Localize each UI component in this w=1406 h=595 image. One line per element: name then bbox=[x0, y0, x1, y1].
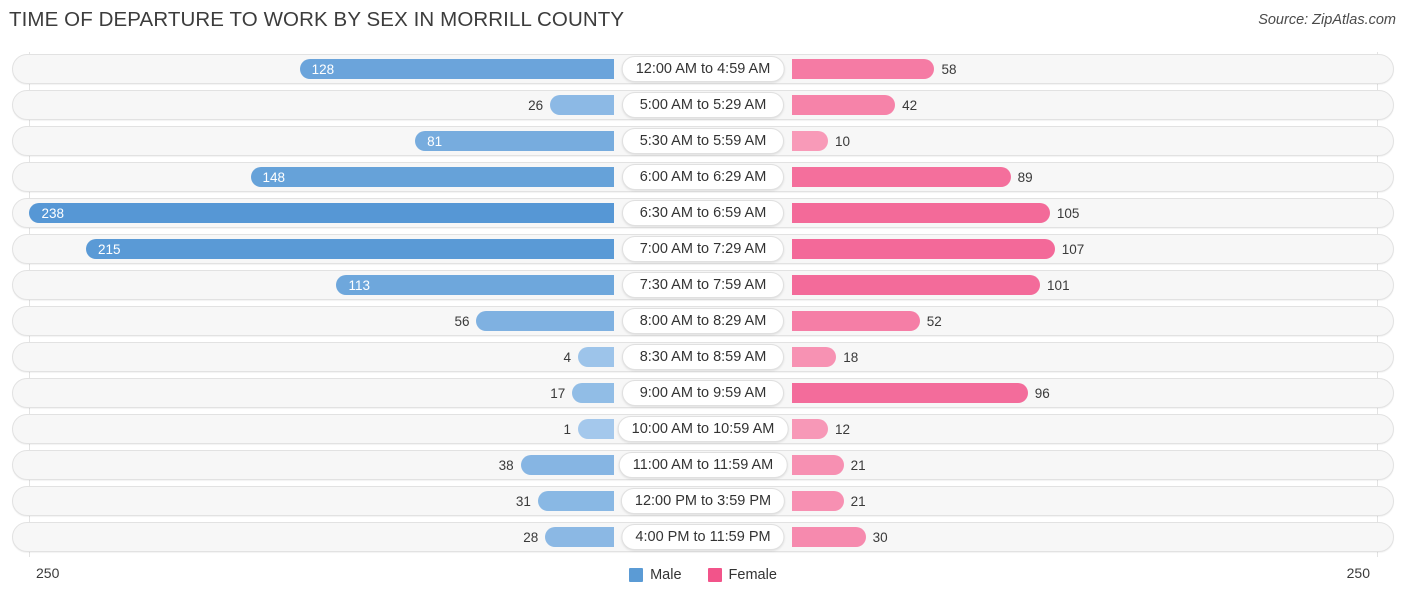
bar-male[interactable] bbox=[572, 383, 614, 403]
value-label-male: 128 bbox=[311, 62, 335, 77]
value-label-male: 26 bbox=[528, 98, 544, 113]
value-label-female: 89 bbox=[1017, 170, 1033, 185]
chart-row[interactable]: 28 30 4:00 PM to 11:59 PM bbox=[0, 520, 1406, 556]
bar-male[interactable] bbox=[299, 59, 614, 79]
chart-row[interactable]: 148 89 6:00 AM to 6:29 AM bbox=[0, 160, 1406, 196]
bar-female[interactable] bbox=[792, 275, 1041, 295]
chart-row[interactable]: 38 21 11:00 AM to 11:59 AM bbox=[0, 448, 1406, 484]
bar-female[interactable] bbox=[792, 239, 1055, 259]
legend-swatch-icon bbox=[707, 568, 722, 582]
bar-male[interactable] bbox=[545, 527, 614, 547]
value-label-male: 38 bbox=[498, 458, 514, 473]
value-label-male: 238 bbox=[41, 206, 65, 221]
value-label-female: 52 bbox=[926, 314, 942, 329]
value-label-female: 96 bbox=[1034, 386, 1050, 401]
chart-row[interactable]: 1 12 10:00 AM to 10:59 AM bbox=[0, 412, 1406, 448]
value-label-female: 105 bbox=[1056, 206, 1080, 221]
chart-row[interactable]: 238 105 6:30 AM to 6:59 AM bbox=[0, 196, 1406, 232]
bar-female[interactable] bbox=[792, 311, 920, 331]
category-label[interactable]: 11:00 AM to 11:59 AM bbox=[618, 452, 788, 478]
value-label-male: 215 bbox=[97, 242, 121, 257]
bar-male[interactable] bbox=[476, 311, 614, 331]
category-label[interactable]: 6:30 AM to 6:59 AM bbox=[622, 200, 784, 226]
bar-male[interactable] bbox=[336, 275, 614, 295]
category-label[interactable]: 5:00 AM to 5:29 AM bbox=[622, 92, 784, 118]
chart-rows: 128 58 12:00 AM to 4:59 AM 26 42 5:00 AM to 5… bbox=[0, 52, 1406, 556]
bar-male[interactable] bbox=[29, 203, 614, 223]
chart-container: TIME OF DEPARTURE TO WORK BY SEX IN MORR… bbox=[0, 0, 1406, 595]
bar-male[interactable] bbox=[537, 491, 614, 511]
bar-male[interactable] bbox=[415, 131, 614, 151]
value-label-male: 56 bbox=[454, 314, 470, 329]
chart-legend: Male Female bbox=[0, 567, 1406, 583]
value-label-male: 28 bbox=[523, 530, 539, 545]
chart-row[interactable]: 215 107 7:00 AM to 7:29 AM bbox=[0, 232, 1406, 268]
bar-female[interactable] bbox=[792, 455, 844, 475]
bar-female[interactable] bbox=[792, 383, 1028, 403]
bar-female[interactable] bbox=[792, 419, 828, 439]
legend-label: Male bbox=[650, 567, 682, 583]
category-label[interactable]: 12:00 AM to 4:59 AM bbox=[621, 56, 785, 82]
value-label-female: 12 bbox=[835, 422, 851, 437]
bar-female[interactable] bbox=[792, 59, 935, 79]
bar-male[interactable] bbox=[85, 239, 614, 259]
chart-row[interactable]: 17 96 9:00 AM to 9:59 AM bbox=[0, 376, 1406, 412]
value-label-female: 21 bbox=[850, 494, 866, 509]
bar-male[interactable] bbox=[520, 455, 614, 475]
category-label[interactable]: 7:30 AM to 7:59 AM bbox=[622, 272, 784, 298]
chart-row[interactable]: 31 21 12:00 PM to 3:59 PM bbox=[0, 484, 1406, 520]
bar-female[interactable] bbox=[792, 347, 837, 367]
value-label-female: 21 bbox=[850, 458, 866, 473]
value-label-female: 42 bbox=[902, 98, 918, 113]
value-label-male: 148 bbox=[262, 170, 286, 185]
chart-row[interactable]: 26 42 5:00 AM to 5:29 AM bbox=[0, 88, 1406, 124]
legend-item-male[interactable]: Male bbox=[629, 567, 682, 583]
bar-male[interactable] bbox=[578, 347, 614, 367]
category-label[interactable]: 12:00 PM to 3:59 PM bbox=[620, 488, 786, 514]
bar-female[interactable] bbox=[792, 527, 866, 547]
category-label[interactable]: 9:00 AM to 9:59 AM bbox=[622, 380, 784, 406]
chart-row[interactable]: 56 52 8:00 AM to 8:29 AM bbox=[0, 304, 1406, 340]
legend-item-female[interactable]: Female bbox=[707, 567, 777, 583]
value-label-male: 1 bbox=[563, 422, 571, 437]
category-label[interactable]: 8:30 AM to 8:59 AM bbox=[622, 344, 784, 370]
bar-female[interactable] bbox=[792, 167, 1011, 187]
value-label-male: 4 bbox=[563, 350, 571, 365]
bar-female[interactable] bbox=[792, 131, 828, 151]
value-label-male: 81 bbox=[427, 134, 443, 149]
category-label[interactable]: 8:00 AM to 8:29 AM bbox=[622, 308, 784, 334]
chart-row[interactable]: 4 18 8:30 AM to 8:59 AM bbox=[0, 340, 1406, 376]
bar-female[interactable] bbox=[792, 95, 896, 115]
legend-swatch-icon bbox=[629, 568, 644, 582]
bar-male[interactable] bbox=[550, 95, 614, 115]
value-label-male: 17 bbox=[550, 386, 566, 401]
category-label[interactable]: 6:00 AM to 6:29 AM bbox=[622, 164, 784, 190]
value-label-female: 58 bbox=[941, 62, 957, 77]
value-label-male: 113 bbox=[348, 278, 371, 293]
value-label-female: 18 bbox=[843, 350, 859, 365]
category-label[interactable]: 7:00 AM to 7:29 AM bbox=[622, 236, 784, 262]
chart-row[interactable]: 113 101 7:30 AM to 7:59 AM bbox=[0, 268, 1406, 304]
value-label-female: 107 bbox=[1061, 242, 1085, 257]
bar-male[interactable] bbox=[578, 419, 614, 439]
bar-female[interactable] bbox=[792, 203, 1050, 223]
value-label-female: 10 bbox=[835, 134, 851, 149]
legend-label: Female bbox=[728, 567, 777, 583]
value-label-female: 30 bbox=[872, 530, 888, 545]
bar-female[interactable] bbox=[792, 491, 844, 511]
source-attribution: Source: ZipAtlas.com bbox=[1258, 12, 1396, 28]
chart-row[interactable]: 128 58 12:00 AM to 4:59 AM bbox=[0, 52, 1406, 88]
value-label-male: 31 bbox=[515, 494, 531, 509]
category-label[interactable]: 5:30 AM to 5:59 AM bbox=[622, 128, 784, 154]
category-label[interactable]: 10:00 AM to 10:59 AM bbox=[617, 416, 789, 442]
category-label[interactable]: 4:00 PM to 11:59 PM bbox=[621, 524, 785, 550]
chart-row[interactable]: 81 10 5:30 AM to 5:59 AM bbox=[0, 124, 1406, 160]
value-label-female: 101 bbox=[1047, 278, 1070, 293]
page-title: TIME OF DEPARTURE TO WORK BY SEX IN MORR… bbox=[9, 8, 625, 31]
bar-male[interactable] bbox=[250, 167, 614, 187]
